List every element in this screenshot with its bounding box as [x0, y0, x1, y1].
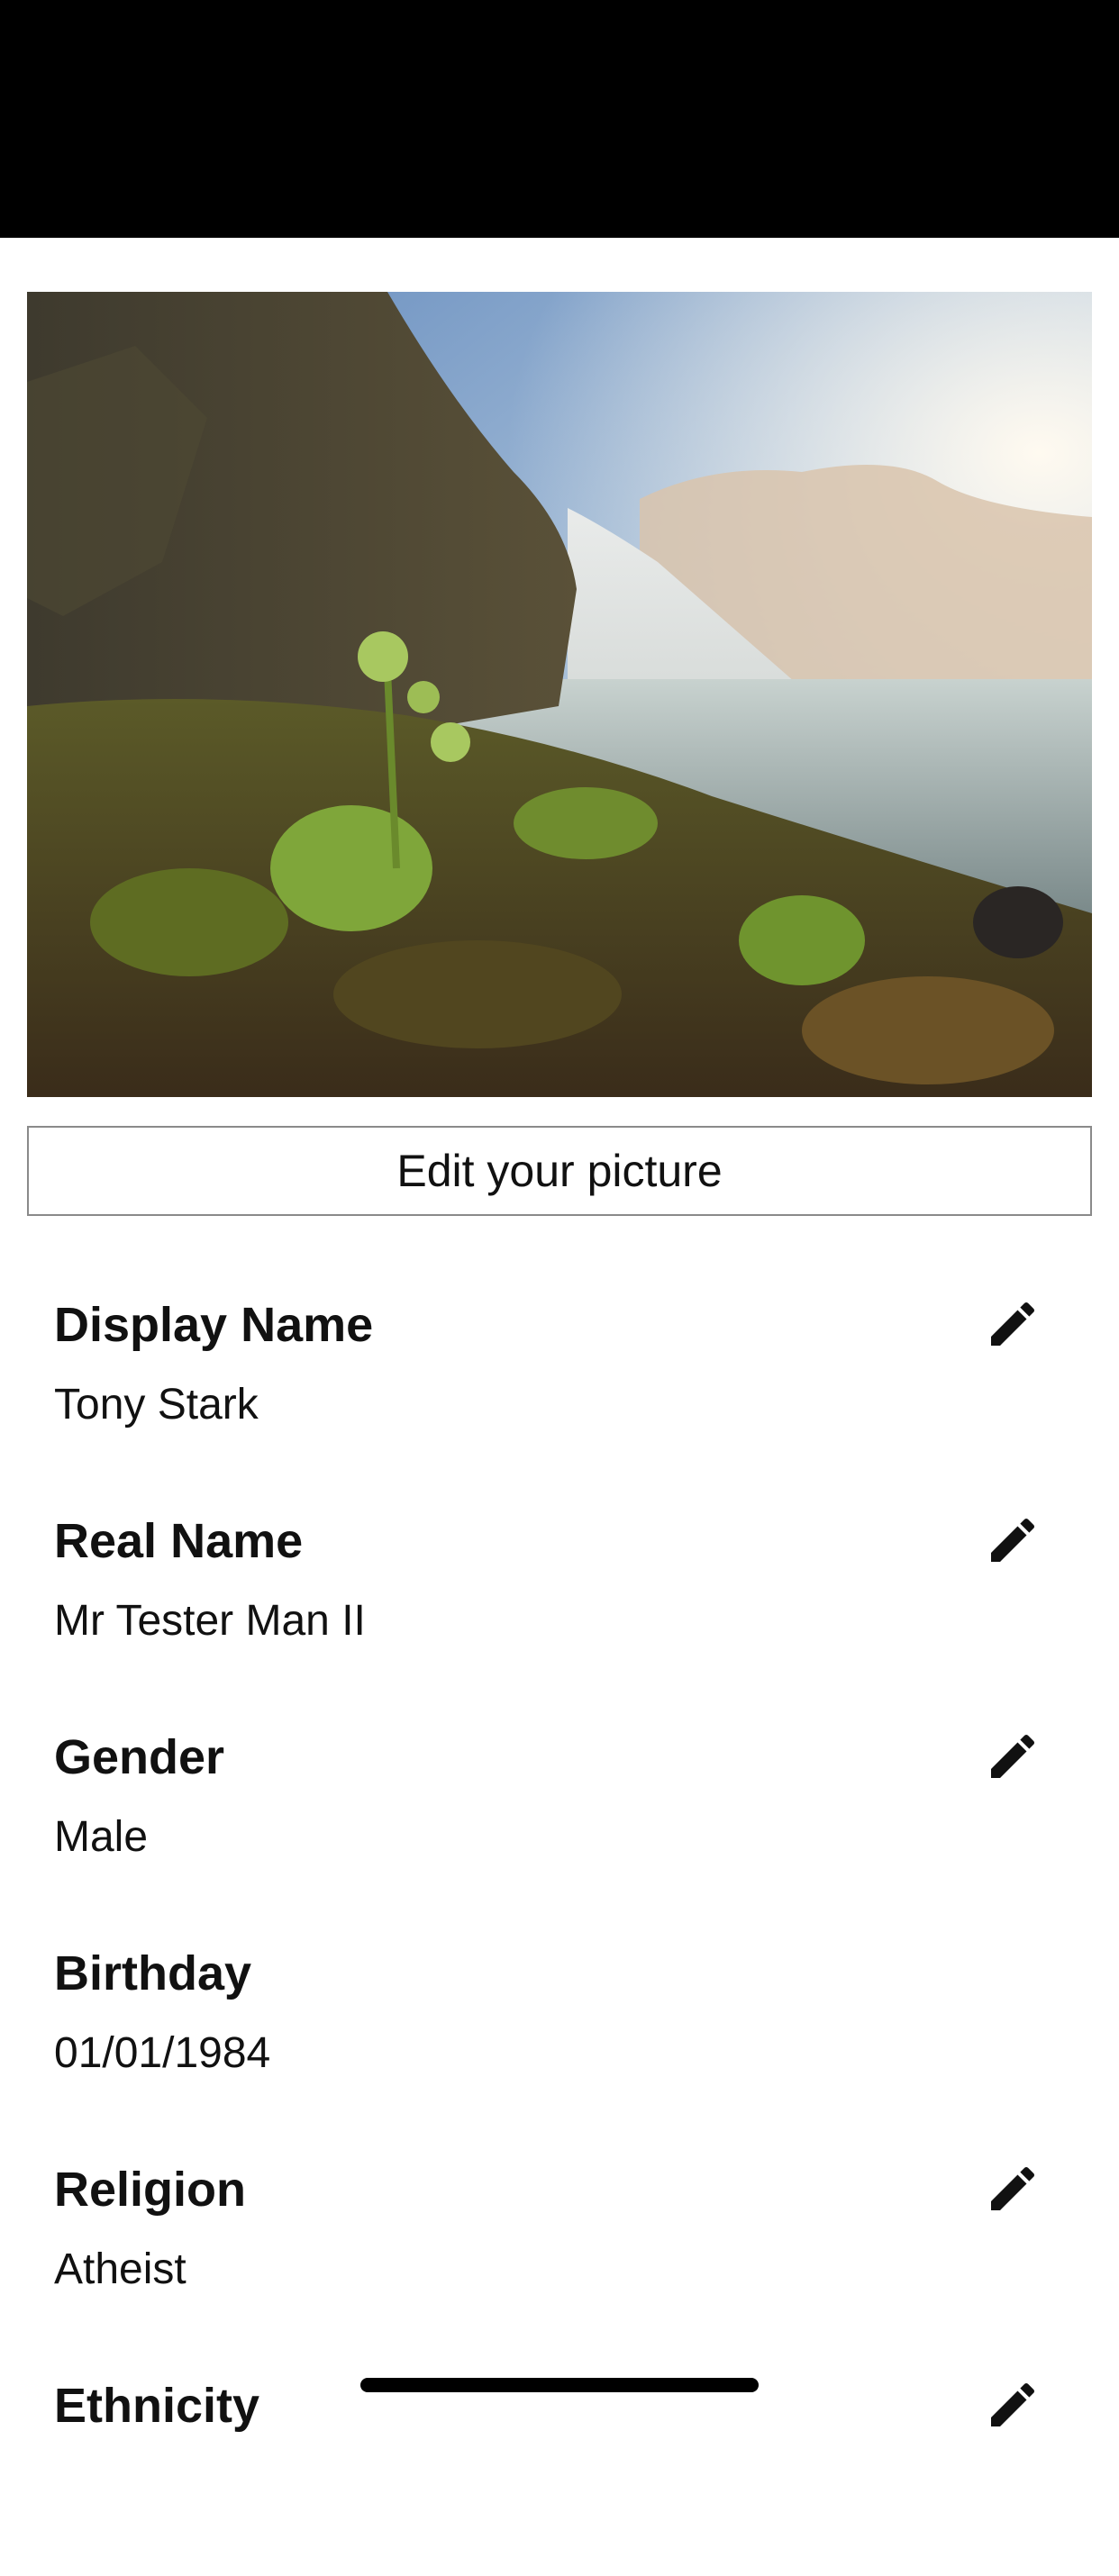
field-display-name: Display Name Tony Stark — [0, 1279, 1119, 1495]
field-label: Real Name — [54, 1514, 304, 1568]
field-value: Mr Tester Man II — [54, 1597, 366, 1645]
pencil-icon[interactable] — [984, 2160, 1042, 2218]
field-ethnicity: Ethnicity — [0, 2360, 1119, 2576]
pencil-icon[interactable] — [984, 1728, 1042, 1785]
field-label: Birthday — [54, 1946, 252, 2000]
pencil-icon[interactable] — [984, 2376, 1042, 2434]
status-bar — [0, 0, 1119, 238]
field-label: Gender — [54, 1730, 225, 1784]
field-religion: Religion Atheist — [0, 2144, 1119, 2360]
field-value: Male — [54, 1813, 149, 1861]
field-label: Ethnicity — [54, 2379, 260, 2433]
field-label: Religion — [54, 2163, 246, 2217]
profile-picture — [27, 292, 1092, 1097]
field-value: Atheist — [54, 2245, 186, 2293]
field-gender: Gender Male — [0, 1711, 1119, 1927]
home-indicator[interactable] — [360, 2378, 759, 2392]
field-birthday: Birthday 01/01/1984 — [0, 1927, 1119, 2144]
field-real-name: Real Name Mr Tester Man II — [0, 1495, 1119, 1711]
pencil-icon[interactable] — [984, 1295, 1042, 1353]
field-value: 01/01/1984 — [54, 2029, 271, 2077]
field-label: Display Name — [54, 1298, 374, 1352]
field-value: Tony Stark — [54, 1381, 259, 1429]
pencil-icon[interactable] — [984, 1511, 1042, 1569]
edit-picture-button[interactable]: Edit your picture — [27, 1126, 1092, 1216]
